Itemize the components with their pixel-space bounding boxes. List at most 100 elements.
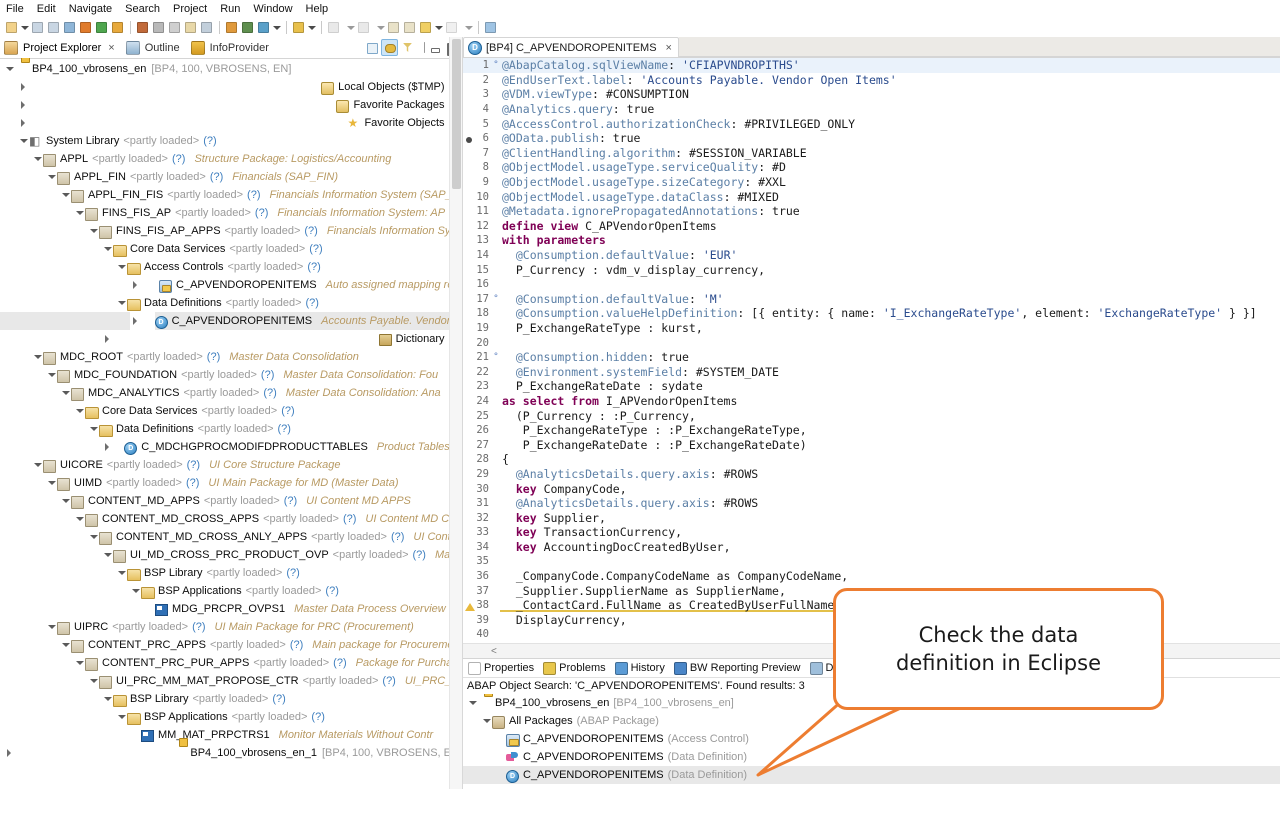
chevron-right-icon[interactable] — [130, 276, 160, 294]
new-button[interactable] — [4, 20, 19, 35]
tree-row[interactable]: APPL <partly loaded> (?) Structure Package:… — [0, 150, 462, 168]
last-edit-button[interactable] — [418, 20, 433, 35]
previous-button[interactable] — [444, 20, 459, 35]
new-dropdown-arrow[interactable] — [20, 20, 29, 35]
chevron-right-icon[interactable] — [18, 114, 348, 132]
chevron-down-icon[interactable] — [102, 546, 113, 564]
code-line[interactable]: 17 ° @Consumption.defaultValue: 'M' — [463, 292, 1280, 307]
code-line[interactable]: 6 @OData.publish: true — [463, 131, 1280, 146]
code-line[interactable]: 14 @Consumption.defaultValue: 'EUR' — [463, 248, 1280, 263]
lock-button[interactable] — [167, 20, 182, 35]
profile-button[interactable] — [240, 20, 255, 35]
tree-row[interactable]: C_APVENDOROPENITEMS Accounts Payable. Ven… — [0, 312, 462, 330]
chevron-down-icon[interactable] — [481, 712, 492, 730]
tree-row[interactable]: BP4_100_vbrosens_en_1 [BP4, 100, VBROSENS… — [0, 738, 462, 762]
run-button[interactable] — [256, 20, 271, 35]
menu-item-window[interactable]: Window — [253, 3, 292, 15]
chevron-down-icon[interactable] — [74, 402, 85, 420]
tree-row[interactable]: UI_MD_CROSS_PRC_PRODUCT_OVP <partly loade… — [0, 546, 462, 564]
run-dropdown-arrow[interactable] — [272, 20, 281, 35]
bottom-tab-problems[interactable]: Problems — [540, 661, 611, 675]
chevron-down-icon[interactable] — [88, 672, 99, 690]
chevron-down-icon[interactable] — [116, 258, 127, 276]
chevron-down-icon[interactable] — [60, 636, 71, 654]
debug-button[interactable] — [224, 20, 239, 35]
chevron-down-icon[interactable] — [32, 456, 43, 474]
chevron-right-icon[interactable] — [18, 96, 337, 114]
chevron-down-icon[interactable] — [116, 294, 127, 312]
save-all-button[interactable] — [46, 20, 61, 35]
code-line[interactable]: 20 — [463, 335, 1280, 350]
tree-row[interactable]: Data Definitions <partly loaded> (?) — [0, 294, 462, 312]
chevron-right-icon[interactable] — [18, 78, 322, 96]
tree-row[interactable]: MDC_ROOT <partly loaded> (?) Master Data Co… — [0, 348, 462, 366]
last-edit-dropdown-arrow[interactable] — [434, 20, 443, 35]
tree-row[interactable]: UI_PRC_MM_MAT_PROPOSE_CTR <partly loaded>… — [0, 672, 462, 690]
view-tab-infoprovider[interactable]: InfoProvider — [187, 38, 276, 58]
tree-row[interactable]: APPL_FIN_FIS <partly loaded> (?) Financials… — [0, 186, 462, 204]
chevron-right-icon[interactable] — [130, 312, 155, 330]
tree-row[interactable]: UIPRC <partly loaded> (?) UI Main Package f… — [0, 618, 462, 636]
forward-button[interactable] — [402, 20, 417, 35]
divider-icon[interactable] — [417, 40, 425, 55]
code-line[interactable]: 26 P_ExchangeRateType : :P_ExchangeRateT… — [463, 423, 1280, 438]
chevron-down-icon[interactable] — [88, 420, 99, 438]
tree-row[interactable]: BSP Library <partly loaded> (?) — [0, 564, 462, 582]
code-line[interactable]: 35 — [463, 554, 1280, 569]
code-line[interactable]: 16 — [463, 277, 1280, 292]
abap-repository-button[interactable] — [78, 20, 93, 35]
tree-row[interactable]: ◧ System Library <partly loaded> (?) — [0, 132, 462, 150]
code-line[interactable]: 23 P_ExchangeRateDate : sydate — [463, 379, 1280, 394]
previous-dropdown-arrow[interactable] — [464, 20, 473, 35]
menu-item-help[interactable]: Help — [306, 3, 329, 15]
tree-row[interactable]: UICORE <partly loaded> (?) UI Core Structur… — [0, 456, 462, 474]
save-button[interactable] — [30, 20, 45, 35]
code-line[interactable]: 19 P_ExchangeRateType : kurst, — [463, 321, 1280, 336]
search-dropdown-arrow[interactable] — [307, 20, 316, 35]
tree-row[interactable]: FINS_FIS_AP_APPS <partly loaded> (?) Financ… — [0, 222, 462, 240]
tree-row[interactable]: C_APVENDOROPENITEMS (Access Control) — [463, 730, 1280, 748]
code-line[interactable]: 9 @ObjectModel.usageType.sizeCategory: #X… — [463, 175, 1280, 190]
chevron-right-icon[interactable] — [102, 438, 125, 456]
source-editor[interactable]: 1 ° @AbapCatalog.sqlViewName: 'CFIAPVNDROP… — [463, 58, 1280, 643]
editor-tab-c-apvendoropenitems[interactable]: [BP4] C_APVENDOROPENITEMS × — [463, 37, 679, 57]
tree-row[interactable]: C_MDCHGPROCMODIFDPRODUCTTABLESProduct Ta… — [0, 438, 462, 456]
tree-row[interactable]: MM_MAT_PRPCTRS1 Monitor Materials Without… — [0, 726, 462, 744]
code-line[interactable]: 12 define view C_APVendorOpenItems — [463, 219, 1280, 234]
tree-row[interactable]: BP4_100_vbrosens_en [BP4, 100, VBROSENS, … — [0, 58, 462, 78]
chevron-down-icon[interactable] — [467, 694, 478, 712]
menu-item-navigate[interactable]: Navigate — [69, 3, 112, 15]
tree-row[interactable]: MDC_ANALYTICS <partly loaded> (?) Master Da… — [0, 384, 462, 402]
tree-row[interactable]: Favorite Packages(?) — [0, 96, 462, 114]
tree-row[interactable]: BSP Applications <partly loaded> (?) — [0, 582, 462, 600]
code-line[interactable]: 34 key AccountingDocCreatedByUser, — [463, 540, 1280, 555]
chevron-down-icon[interactable] — [4, 60, 15, 78]
code-line[interactable]: 21 ° @Consumption.hidden: true — [463, 350, 1280, 365]
chevron-down-icon[interactable] — [116, 708, 127, 726]
chevron-down-icon[interactable] — [60, 186, 71, 204]
tree-row[interactable]: Dictionary(?) — [0, 330, 462, 348]
link-with-editor-icon[interactable] — [381, 39, 398, 56]
code-line[interactable]: 15 P_Currency : vdm_v_display_currency, — [463, 262, 1280, 277]
code-line[interactable]: 24 as select from I_APVendorOpenItems — [463, 394, 1280, 409]
print-button[interactable] — [62, 20, 77, 35]
next-annotation-button[interactable] — [356, 20, 371, 35]
chevron-down-icon[interactable] — [74, 204, 85, 222]
code-line[interactable]: 27 P_ExchangeRateDate : :P_ExchangeRateD… — [463, 437, 1280, 452]
explorer-scroll-thumb[interactable] — [452, 39, 461, 189]
code-line[interactable]: 11 @Metadata.ignorePropagatedAnnotations:… — [463, 204, 1280, 219]
open-perspective-button[interactable] — [483, 20, 498, 35]
scroll-left-icon[interactable]: < — [491, 646, 497, 657]
copy-button[interactable] — [183, 20, 198, 35]
code-lines[interactable]: 1 ° @AbapCatalog.sqlViewName: 'CFIAPVNDROP… — [463, 58, 1280, 643]
tree-row[interactable]: CONTENT_MD_CROSS_ANLY_APPS <partly loaded… — [0, 528, 462, 546]
chevron-down-icon[interactable] — [46, 618, 57, 636]
tree-row[interactable]: Local Objects ($TMP)(?) — [0, 78, 462, 96]
tree-row[interactable]: UIMD <partly loaded> (?) UI Main Package fo… — [0, 474, 462, 492]
code-line[interactable]: 2 @EndUserText.label: 'Accounts Payable. … — [463, 73, 1280, 88]
code-line[interactable]: 29 @AnalyticsDetails.query.axis: #ROWS — [463, 467, 1280, 482]
tree-row[interactable]: BSP Library <partly loaded> (?) — [0, 690, 462, 708]
view-tab-project-explorer[interactable]: Project Explorer × — [0, 38, 122, 58]
chevron-down-icon[interactable] — [74, 510, 85, 528]
explorer-vertical-scrollbar[interactable] — [449, 37, 462, 789]
